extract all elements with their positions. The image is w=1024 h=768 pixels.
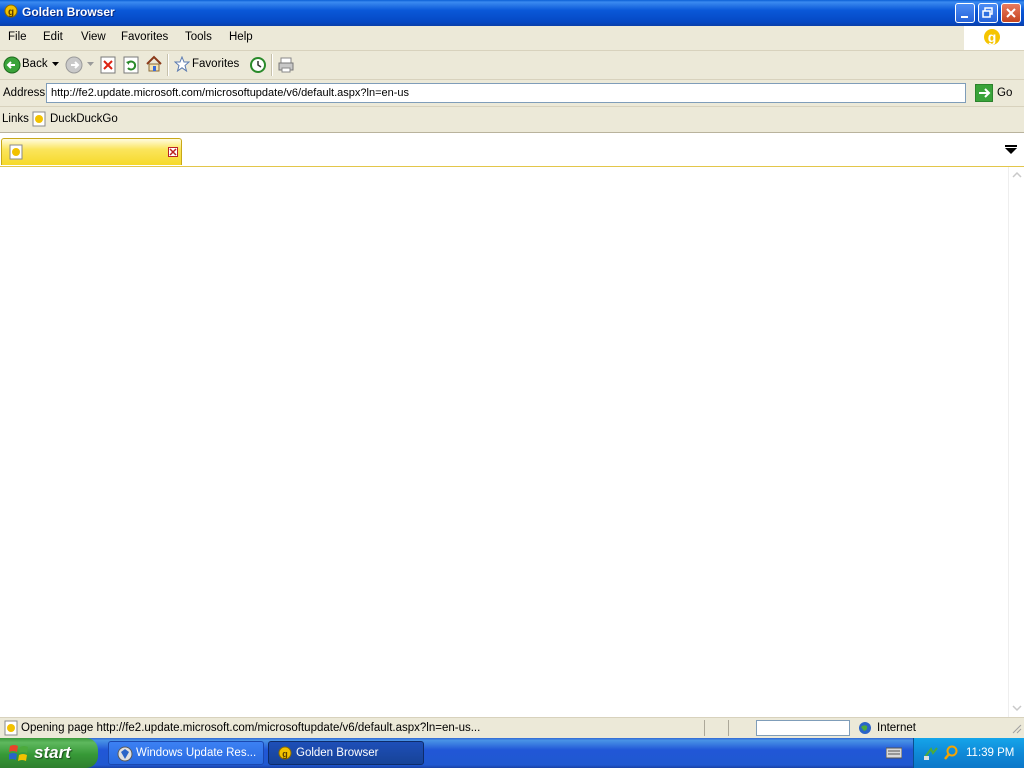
search-icon[interactable] <box>943 745 959 764</box>
brand-logo: g <box>964 26 1024 50</box>
menu-help[interactable]: Help <box>225 30 257 44</box>
address-bar: Address Go <box>0 80 1024 107</box>
vertical-scrollbar[interactable] <box>1008 167 1024 717</box>
window-title: Golden Browser <box>22 5 115 19</box>
address-input[interactable] <box>46 83 966 103</box>
taskbar-button-label: Windows Update Res... <box>136 747 257 759</box>
tab-bar <box>0 133 1024 167</box>
stop-icon <box>100 56 116 74</box>
svg-text:g: g <box>8 7 14 18</box>
toolbar: Back Favorites <box>0 51 1024 80</box>
start-button[interactable]: start <box>0 738 98 768</box>
svg-text:g: g <box>282 749 288 759</box>
start-label: start <box>34 743 71 762</box>
menu-favorites[interactable]: Favorites <box>117 30 172 44</box>
printer-icon <box>278 57 294 73</box>
back-dropdown-icon[interactable] <box>52 59 59 71</box>
golden-browser-icon: g <box>277 746 293 765</box>
tab-list-dropdown-icon[interactable] <box>1005 145 1017 157</box>
history-icon <box>250 57 266 73</box>
resize-grip-icon[interactable] <box>1010 722 1022 737</box>
favorites-label: Favorites <box>192 58 240 70</box>
history-button[interactable] <box>249 56 267 77</box>
title-bar[interactable]: g Golden Browser <box>0 0 1024 26</box>
toolbar-separator <box>271 54 273 76</box>
link-page-icon <box>32 111 46 127</box>
progress-bar <box>756 720 850 736</box>
keyboard-icon[interactable] <box>885 747 903 762</box>
favorites-button[interactable]: Favorites <box>173 55 239 75</box>
status-divider <box>704 720 705 736</box>
toolbar-separator <box>167 54 169 76</box>
back-label: Back <box>22 58 48 70</box>
home-button[interactable] <box>145 55 163 76</box>
taskbar-button-windows-update[interactable]: Windows Update Res... <box>108 741 264 765</box>
forward-button[interactable] <box>65 56 83 77</box>
refresh-icon <box>123 56 139 74</box>
golden-browser-icon: g <box>3 4 19 21</box>
back-arrow-icon <box>3 56 21 74</box>
link-duckduckgo[interactable]: DuckDuckGo <box>31 111 118 130</box>
internet-globe-icon <box>858 721 872 738</box>
security-zone-label: Internet <box>877 722 916 734</box>
go-label[interactable]: Go <box>997 87 1012 99</box>
menu-file[interactable]: File <box>4 30 31 44</box>
restore-button[interactable] <box>978 3 998 23</box>
menu-view[interactable]: View <box>77 30 110 44</box>
network-icon[interactable] <box>923 745 939 764</box>
menu-bar: File Edit View Favorites Tools Help <box>0 26 1024 51</box>
status-text: Opening page http://fe2.update.microsoft… <box>21 722 481 734</box>
tab-page-icon <box>8 144 24 163</box>
print-button[interactable] <box>277 56 295 77</box>
status-divider <box>728 720 729 736</box>
minimize-button[interactable] <box>955 3 975 23</box>
taskbar-button-label: Golden Browser <box>296 747 379 759</box>
refresh-button[interactable] <box>123 56 139 77</box>
windows-update-icon <box>117 746 133 765</box>
windows-logo-icon <box>8 744 29 765</box>
tab-close-icon[interactable] <box>168 147 178 157</box>
go-button[interactable] <box>974 83 994 103</box>
status-bar: Opening page http://fe2.update.microsoft… <box>0 717 1024 739</box>
scroll-up-icon[interactable] <box>1010 170 1024 180</box>
link-label: DuckDuckGo <box>50 113 118 125</box>
links-bar: Links DuckDuckGo <box>0 107 1024 133</box>
page-content[interactable] <box>0 167 1008 717</box>
status-page-icon <box>3 720 19 739</box>
svg-text:g: g <box>988 29 997 45</box>
taskbar-button-golden-browser[interactable]: g Golden Browser <box>268 741 424 765</box>
close-button[interactable] <box>1001 3 1021 23</box>
home-icon <box>146 55 162 72</box>
forward-arrow-icon <box>65 56 83 74</box>
stop-button[interactable] <box>100 56 116 77</box>
taskbar: start Windows Update Res... g Golden Bro… <box>0 738 1024 768</box>
go-arrow-icon <box>974 83 994 103</box>
menu-tools[interactable]: Tools <box>181 30 216 44</box>
favorites-star-icon <box>173 55 191 73</box>
scroll-down-icon[interactable] <box>1010 703 1024 713</box>
clock[interactable]: 11:39 PM <box>966 747 1014 759</box>
menu-edit[interactable]: Edit <box>39 30 67 44</box>
tab-active[interactable] <box>1 138 182 165</box>
forward-dropdown-icon[interactable] <box>87 59 94 71</box>
address-label: Address <box>3 87 46 99</box>
back-button[interactable]: Back <box>3 56 48 77</box>
links-label: Links <box>2 113 29 125</box>
